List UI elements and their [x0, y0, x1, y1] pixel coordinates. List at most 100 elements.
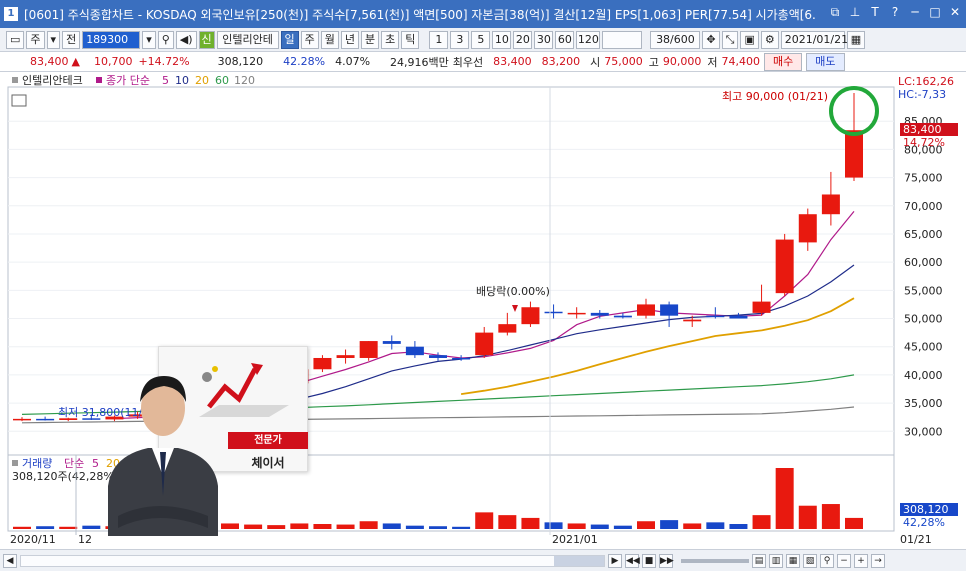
volume-bar: [567, 523, 586, 529]
zoom-in-icon[interactable]: +: [854, 553, 868, 568]
interval-10[interactable]: 10: [492, 30, 512, 49]
candle-body: [590, 312, 609, 316]
other-pct: 4.07%: [335, 55, 371, 68]
interval-120[interactable]: 120: [576, 30, 601, 49]
interval-5[interactable]: 5: [471, 30, 491, 49]
y-tick-label: 45,000: [904, 341, 943, 354]
crosshair-icon[interactable]: ✥: [702, 30, 720, 49]
prev-button[interactable]: 전: [62, 30, 81, 49]
zoom-slider[interactable]: [681, 558, 749, 563]
save-icon[interactable]: ▣: [740, 30, 759, 49]
period-tick[interactable]: 틱: [401, 30, 420, 49]
low-label: 저: [707, 55, 718, 69]
period-minute[interactable]: 분: [361, 30, 380, 49]
stop-icon[interactable]: ■: [642, 553, 656, 568]
restore-icon[interactable]: ⧉: [828, 5, 842, 20]
candle-body: [475, 332, 494, 356]
interval-60[interactable]: 60: [555, 30, 575, 49]
code-dropdown-icon[interactable]: ▾: [142, 30, 156, 49]
open-value: 75,000: [604, 55, 643, 68]
vol-legend-ma-label: 단순: [64, 457, 84, 470]
zoom-icon[interactable]: ⤡: [721, 30, 739, 49]
volume-bar: [683, 523, 702, 529]
help-icon[interactable]: ?: [888, 5, 902, 20]
legend-ma-label: 종가 단순: [106, 74, 150, 87]
low-value: 74,400: [721, 55, 761, 68]
close-icon[interactable]: ✕: [948, 5, 962, 20]
period-year[interactable]: 년: [340, 30, 360, 49]
minimize-icon[interactable]: ─: [908, 5, 922, 20]
mode-select[interactable]: 주: [26, 30, 45, 49]
period-day[interactable]: 일: [280, 30, 299, 49]
zoom-out-icon[interactable]: −: [837, 553, 851, 568]
candle-body: [405, 346, 424, 356]
interval-30[interactable]: 30: [534, 30, 554, 49]
volume-bar: [336, 524, 355, 529]
mode-dropdown-icon[interactable]: ▾: [46, 30, 61, 49]
scrollbar[interactable]: [20, 554, 605, 567]
interval-3[interactable]: 3: [450, 30, 470, 49]
turnover-pct: 42.28%: [283, 55, 326, 68]
candle-body: [498, 324, 517, 333]
volume-value: 308,120: [217, 55, 264, 68]
date-field[interactable]: 2021/01/21: [780, 30, 848, 49]
period-second[interactable]: 초: [381, 30, 400, 49]
count-field[interactable]: 38/600: [650, 30, 701, 49]
quote-row: 83,400 ▲ 10,700 +14.72% 308,120 42.28% 4…: [0, 52, 966, 72]
candle-body: [544, 311, 563, 314]
vol-pct-tag: 42,28%: [903, 516, 945, 529]
stock-code-input[interactable]: 189300: [82, 30, 141, 49]
legend-ma-20: 20: [195, 74, 209, 87]
period-month[interactable]: 월: [320, 30, 339, 49]
expert-promo[interactable]: 전문가 체이서: [98, 346, 310, 536]
legend-ma-120: 120: [234, 74, 255, 87]
rewind-icon[interactable]: ◀◀: [625, 553, 640, 568]
layout-icon[interactable]: ▭: [6, 30, 25, 49]
buy-button[interactable]: 매수: [764, 52, 803, 71]
play-icon[interactable]: ▶: [608, 553, 622, 568]
candle-body: [382, 341, 401, 344]
sell-button[interactable]: 매도: [806, 52, 845, 71]
avatar: [108, 376, 218, 536]
layout-a-icon[interactable]: ▤: [752, 553, 766, 568]
title-bar: 1 [0601] 주식종합차트 - KOSDAQ 외국인보유[250(천)] 주…: [0, 0, 966, 28]
forward-icon[interactable]: ▶▶: [659, 553, 674, 568]
volume-bar: [359, 521, 378, 529]
interval-1[interactable]: 1: [429, 30, 449, 49]
pin-icon[interactable]: ⊥: [848, 5, 862, 20]
period-week[interactable]: 주: [300, 30, 319, 49]
layout-d-icon[interactable]: ▧: [803, 553, 817, 568]
volume-bar: [706, 522, 725, 529]
expand-icon[interactable]: →: [871, 553, 885, 568]
best-label: 최우선: [452, 55, 484, 69]
volume-bar: [405, 525, 424, 529]
volume-bar: [36, 526, 55, 529]
interval-20[interactable]: 20: [513, 30, 533, 49]
app-icon: 1: [4, 7, 18, 21]
change-pct: +14.72%: [138, 55, 190, 68]
volume-bar: [613, 525, 632, 529]
candle-body: [36, 418, 55, 421]
gear-icon[interactable]: ⚙: [760, 30, 779, 49]
volume-bar: [521, 517, 540, 529]
lc-value: LC:162,26: [898, 75, 954, 88]
data-table-icon[interactable]: [11, 94, 27, 107]
layout-b-icon[interactable]: ▥: [769, 553, 783, 568]
maximize-icon[interactable]: □: [928, 5, 942, 20]
window-title: [0601] 주식종합차트 - KOSDAQ 외국인보유[250(천)] 주식수…: [24, 7, 816, 22]
open-label: 시: [590, 55, 601, 69]
x-label-0: 2020/11: [10, 533, 56, 546]
search-icon[interactable]: ⚲: [157, 30, 174, 49]
interval-custom-input[interactable]: [602, 30, 643, 49]
speaker-icon[interactable]: ◀): [175, 30, 197, 49]
calendar-icon[interactable]: ▦: [846, 30, 866, 49]
magnifier-icon[interactable]: ⚲: [820, 553, 834, 568]
toolbar: ▭ 주 ▾ 전 189300 ▾ ⚲ ◀) 신 인텔리안테 일 주 월 년 분 …: [0, 28, 966, 52]
new-badge: 신: [198, 30, 215, 49]
candle-body: [637, 304, 655, 316]
scroll-left-icon[interactable]: ◀: [3, 553, 17, 568]
scroll-thumb[interactable]: [554, 555, 604, 566]
layout-c-icon[interactable]: ▦: [786, 553, 800, 568]
volume-bar: [590, 524, 609, 529]
tool-icon[interactable]: T: [868, 5, 882, 20]
